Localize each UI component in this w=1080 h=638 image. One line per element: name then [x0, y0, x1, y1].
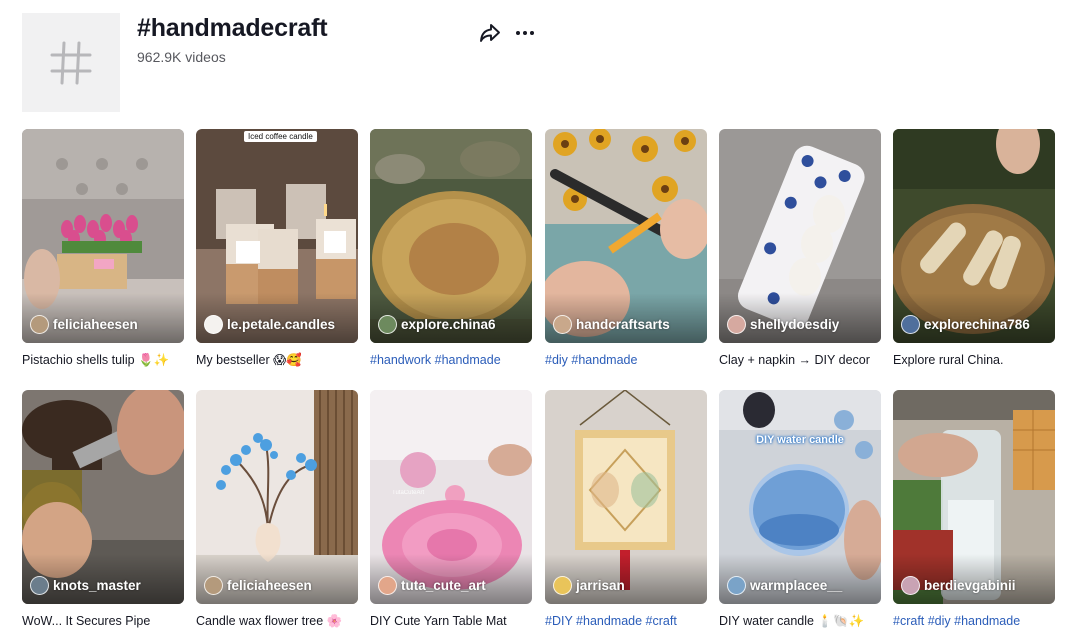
avatar	[553, 576, 572, 595]
avatar	[378, 576, 397, 595]
video-thumbnail[interactable]: handcraftsarts	[545, 129, 707, 343]
avatar	[204, 315, 223, 334]
hashtag-icon	[50, 41, 92, 84]
video-card[interactable]: Iced coffee candle le.petale.candles My …	[196, 129, 358, 368]
video-author[interactable]: tuta_cute_art	[378, 576, 486, 595]
avatar	[553, 315, 572, 334]
video-thumbnail[interactable]: berdievgabinii	[893, 390, 1055, 604]
video-caption[interactable]: #diy #handmade	[545, 352, 707, 368]
video-card[interactable]: handcraftsarts #diy #handmade	[545, 129, 707, 368]
video-author[interactable]: explorechina786	[901, 315, 1030, 334]
video-caption[interactable]: DIY Cute Yarn Table Mat	[370, 613, 532, 629]
video-thumbnail[interactable]: explore.china6	[370, 129, 532, 343]
video-author[interactable]: explore.china6	[378, 315, 496, 334]
video-thumbnail[interactable]: DIY water candle warmplacee__	[719, 390, 881, 604]
video-thumbnail[interactable]: feliciaheesen	[22, 129, 184, 343]
share-icon	[480, 24, 500, 42]
video-card[interactable]: feliciaheesen Pistachio shells tulip 🌷✨	[22, 129, 184, 368]
video-thumbnail[interactable]: TutaCuteArt tuta_cute_art	[370, 390, 532, 604]
video-author[interactable]: jarrisan	[553, 576, 625, 595]
video-author[interactable]: handcraftsarts	[553, 315, 670, 334]
video-thumbnail[interactable]: explorechina786	[893, 129, 1055, 343]
avatar	[727, 315, 746, 334]
video-author[interactable]: warmplacee__	[727, 576, 842, 595]
video-caption[interactable]: Clay + napkin → DIY decor	[719, 352, 881, 368]
hashtag-avatar	[22, 13, 120, 112]
video-caption[interactable]: My bestseller 😱🥰	[196, 352, 358, 368]
video-author[interactable]: knots_master	[30, 576, 141, 595]
video-caption[interactable]: WoW... It Secures Pipe	[22, 613, 184, 629]
video-caption[interactable]: Candle wax flower tree 🌸	[196, 613, 358, 629]
overlay-text: DIY water candle	[756, 434, 844, 446]
avatar	[204, 576, 223, 595]
share-button[interactable]	[477, 20, 503, 46]
video-thumbnail[interactable]: jarrisan	[545, 390, 707, 604]
video-thumbnail[interactable]: shellydoesdiy	[719, 129, 881, 343]
video-card[interactable]: TutaCuteArt tuta_cute_art DIY Cute Yarn …	[370, 390, 532, 629]
video-caption[interactable]: Pistachio shells tulip 🌷✨	[22, 352, 184, 368]
video-count: 962.9K videos	[137, 49, 226, 65]
page-title: #handmadecraft	[137, 14, 328, 42]
video-caption[interactable]: Explore rural China.	[893, 352, 1055, 368]
video-card[interactable]: berdievgabinii #craft #diy #handmade	[893, 390, 1055, 629]
overlay-text: TutaCuteArt	[392, 490, 425, 496]
video-caption[interactable]: #DIY #handmade #craft	[545, 613, 707, 629]
more-options-icon	[516, 31, 534, 35]
video-thumbnail[interactable]: feliciaheesen	[196, 390, 358, 604]
video-author[interactable]: feliciaheesen	[30, 315, 138, 334]
video-card[interactable]: shellydoesdiy Clay + napkin → DIY decor	[719, 129, 881, 368]
more-options-button[interactable]	[511, 20, 539, 46]
video-thumbnail[interactable]: Iced coffee candle le.petale.candles	[196, 129, 358, 343]
video-caption[interactable]: #craft #diy #handmade	[893, 613, 1055, 629]
video-card[interactable]: explorechina786 Explore rural China.	[893, 129, 1055, 368]
video-card[interactable]: knots_master WoW... It Secures Pipe	[22, 390, 184, 629]
video-card[interactable]: DIY water candle warmplacee__ DIY water …	[719, 390, 881, 629]
avatar	[378, 315, 397, 334]
video-card[interactable]: jarrisan #DIY #handmade #craft	[545, 390, 707, 629]
video-author[interactable]: le.petale.candles	[204, 315, 335, 334]
video-thumbnail[interactable]: knots_master	[22, 390, 184, 604]
video-card[interactable]: explore.china6 #handwork #handmade	[370, 129, 532, 368]
video-caption[interactable]: #handwork #handmade	[370, 352, 532, 368]
overlay-text: Iced coffee candle	[244, 131, 317, 142]
video-author[interactable]: berdievgabinii	[901, 576, 1016, 595]
video-caption[interactable]: DIY water candle 🕯️🐚✨	[719, 613, 881, 629]
avatar	[901, 576, 920, 595]
video-card[interactable]: feliciaheesen Candle wax flower tree 🌸	[196, 390, 358, 629]
avatar	[901, 315, 920, 334]
video-author[interactable]: feliciaheesen	[204, 576, 312, 595]
video-author[interactable]: shellydoesdiy	[727, 315, 839, 334]
avatar	[727, 576, 746, 595]
avatar	[30, 315, 49, 334]
avatar	[30, 576, 49, 595]
